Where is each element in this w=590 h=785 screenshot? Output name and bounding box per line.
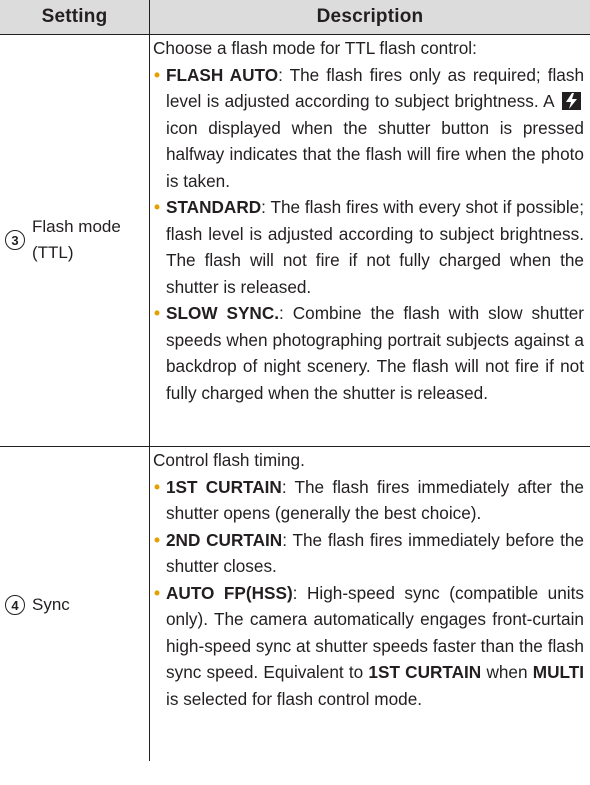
list-item: • 2ND CURTAIN: The flash fires immediate… (153, 527, 584, 580)
header-setting: Setting (41, 6, 108, 27)
description-sync: Control flash timing. • 1ST CURTAIN: The… (153, 447, 584, 712)
term-1st-curtain: 1ST CURTAIN (166, 476, 282, 497)
list-item: • AUTO FP(HSS): High-speed sync (compati… (153, 580, 584, 713)
term-1st-curtain-ref: 1ST CURTAIN (368, 662, 482, 682)
term-auto-fp-hss: AUTO FP(HSS) (166, 582, 293, 603)
term-multi: MULTI (532, 662, 584, 682)
term-flash-auto: FLASH AUTO (166, 64, 279, 85)
list-item: • FLASH AUTO: The flash fires only as re… (153, 62, 584, 195)
description-intro: Control flash timing. (153, 450, 305, 470)
term-slow-sync: SLOW SYNC. (166, 303, 280, 323)
header-description: Description (316, 6, 424, 27)
term-standard: STANDARD (166, 197, 262, 217)
list-item: • 1ST CURTAIN: The flash fires immediate… (153, 474, 584, 527)
list-item: • SLOW SYNC.: Combine the flash with slo… (153, 300, 584, 406)
column-divider (149, 0, 150, 761)
callout-number-3: 3 (5, 230, 25, 250)
bullet-icon: • (154, 476, 161, 497)
callout-number-4: 4 (5, 595, 25, 615)
description-flash-mode: Choose a flash mode for TTL flash contro… (153, 35, 584, 406)
bullet-icon: • (154, 64, 161, 85)
settings-table: Setting Description 3 Flash mode (TTL) C… (0, 0, 590, 785)
bullet-icon: • (154, 529, 161, 550)
table-header: Setting Description (0, 0, 590, 35)
setting-sync: 4 Sync (0, 591, 149, 619)
list-item: • STANDARD: The flash fires with every s… (153, 194, 584, 300)
setting-name-flash-mode: Flash mode (TTL) (32, 217, 121, 262)
bullet-icon: • (154, 582, 161, 603)
bullet-icon: • (154, 303, 161, 323)
bullet-icon: • (154, 197, 161, 217)
description-intro: Choose a flash mode for TTL flash contro… (153, 38, 477, 58)
setting-name-sync: Sync (32, 595, 70, 614)
flash-icon (562, 92, 581, 110)
setting-flash-mode: 3 Flash mode (TTL) (0, 210, 149, 270)
term-2nd-curtain: 2ND CURTAIN (166, 529, 283, 550)
